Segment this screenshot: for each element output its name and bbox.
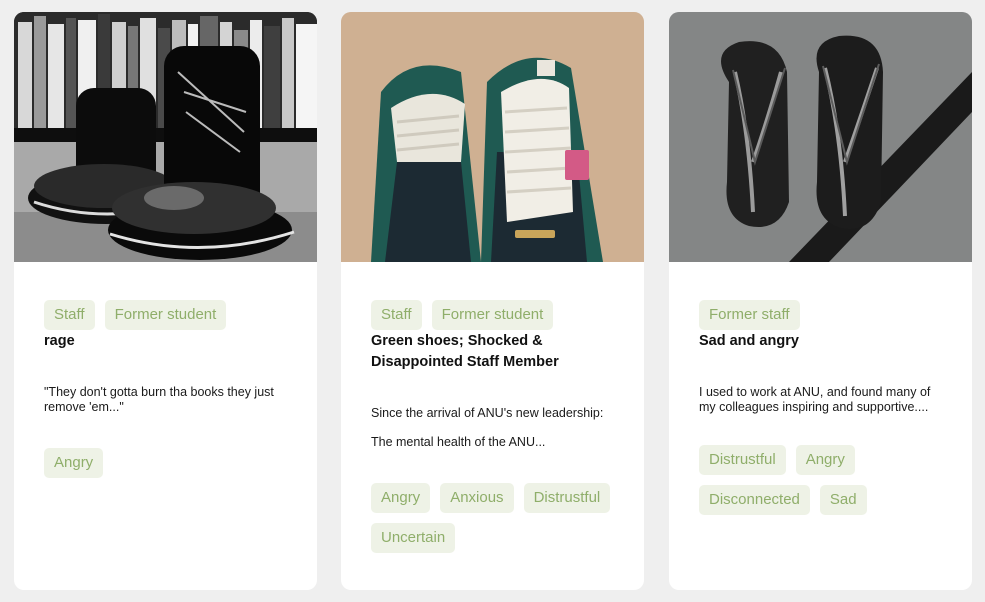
emotion-tag[interactable]: Angry (44, 448, 104, 478)
emotion-tag[interactable]: Sad (819, 485, 867, 515)
emotion-tag[interactable]: Distrustful (699, 445, 786, 475)
story-image[interactable] (14, 12, 317, 262)
emotion-tag[interactable]: Angry (795, 445, 855, 475)
role-tag[interactable]: Staff (44, 300, 95, 330)
emotion-tag[interactable]: Disconnected (699, 485, 810, 515)
story-card[interactable]: Former staff Sad and angry I used to wor… (669, 12, 972, 590)
emotion-tags: Angry Anxious Distrustful Uncertain (371, 483, 624, 553)
story-excerpt: Since the arrival of ANU's new leadershi… (371, 406, 604, 450)
role-tag[interactable]: Former student (104, 300, 227, 330)
emotion-tag[interactable]: Anxious (440, 483, 514, 513)
role-tag[interactable]: Former student (431, 300, 554, 330)
story-image[interactable] (341, 12, 644, 262)
role-tag[interactable]: Staff (371, 300, 422, 330)
story-card[interactable]: Staff Former student Green shoes; Shocke… (341, 12, 644, 590)
emotion-tag[interactable]: Angry (371, 483, 431, 513)
emotion-tags: Angry (44, 448, 297, 478)
emotion-tag[interactable]: Uncertain (371, 523, 456, 553)
story-card[interactable]: Staff Former student rage "They don't go… (14, 12, 317, 590)
story-image[interactable] (669, 12, 972, 262)
role-tags: Former staff (699, 300, 952, 330)
role-tag[interactable]: Former staff (699, 300, 800, 330)
story-title[interactable]: rage (44, 331, 293, 352)
role-tags: Staff Former student (371, 300, 624, 330)
emotion-tags: Distrustful Angry Disconnected Sad (699, 445, 952, 515)
story-title[interactable]: Green shoes; Shocked & Disappointed Staf… (371, 331, 620, 373)
emotion-tag[interactable]: Distrustful (523, 483, 611, 513)
story-excerpt: I used to work at ANU, and found many of… (699, 385, 931, 414)
story-excerpt: "They don't gotta burn tha books they ju… (44, 385, 274, 414)
role-tags: Staff Former student (44, 300, 297, 330)
story-title[interactable]: Sad and angry (699, 331, 948, 352)
